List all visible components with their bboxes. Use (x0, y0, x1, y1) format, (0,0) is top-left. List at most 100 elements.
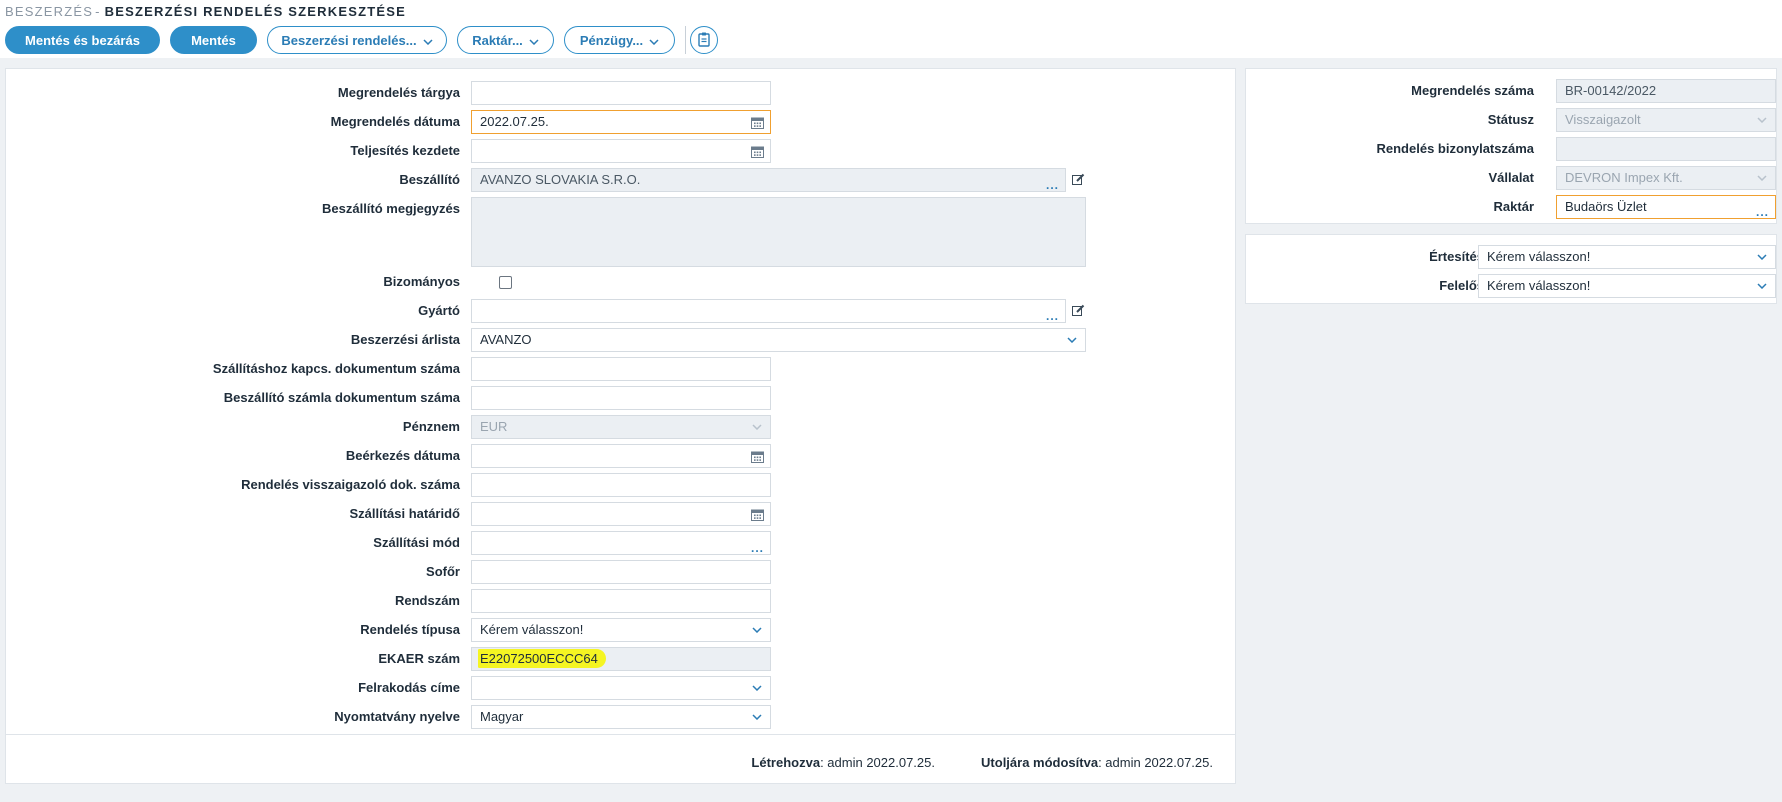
order-info-panel: Megrendelés száma BR-00142/2022 Státusz … (1245, 68, 1777, 224)
chevron-down-icon (529, 33, 539, 48)
save-label: Mentés (191, 32, 236, 48)
shipping-doc-no-field[interactable] (471, 357, 771, 381)
warehouse-label: Raktár (1493, 199, 1534, 214)
supplier-field[interactable]: AVANZO SLOVAKIA S.R.O. ... (471, 168, 1066, 192)
save-and-close-button[interactable]: Mentés és bezárás (5, 26, 160, 54)
chevron-down-icon (752, 619, 762, 641)
price-list-value: AVANZO (480, 332, 532, 347)
currency-label: Pénznem (402, 419, 460, 434)
finance-menu-label: Pénzügy... (579, 32, 644, 48)
confirm-doc-no-label: Rendelés visszaigazoló dok. száma (241, 477, 460, 492)
company-label: Vállalat (1488, 170, 1534, 185)
status-select[interactable]: Visszaigazolt (1556, 108, 1776, 132)
supplier-note-field[interactable] (471, 197, 1086, 267)
modified-info: Utoljára módosítva: admin 2022.07.25. (981, 755, 1213, 770)
status-label: Státusz (1487, 112, 1534, 127)
plate-number-field[interactable] (471, 589, 771, 613)
breadcrumb-root[interactable]: BESZERZÉS (5, 4, 93, 19)
notification-select[interactable]: Kérem válasszon! (1478, 245, 1776, 269)
supplier-invoice-no-field[interactable] (471, 386, 771, 410)
driver-field[interactable] (471, 560, 771, 584)
purchase-order-menu-button[interactable]: Beszerzési rendelés... (267, 26, 447, 54)
ekaer-value: E22072500ECCC64 (478, 649, 606, 668)
top-bar: BESZERZÉS - BESZERZÉSI RENDELÉS SZERKESZTÉ… (0, 0, 1782, 58)
print-language-value: Magyar (480, 709, 524, 724)
fulfillment-start-field[interactable] (471, 139, 771, 163)
shipping-doc-no-label: Szállításhoz kapcs. dokumentum száma (212, 361, 460, 376)
warehouse-menu-button[interactable]: Raktár... (457, 26, 554, 54)
order-date-field[interactable]: 2022.07.25. (471, 110, 771, 134)
toolbar-divider (685, 26, 686, 54)
more-dots-icon[interactable]: ... (751, 537, 764, 554)
loading-address-label: Felrakodás címe (358, 680, 460, 695)
modified-label: Utoljára módosítva (981, 755, 1099, 770)
breadcrumb-separator: - (95, 4, 101, 19)
toolbar: Mentés és bezárás Mentés Beszerzési rend… (5, 26, 718, 54)
breadcrumb: BESZERZÉS - BESZERZÉSI RENDELÉS SZERKESZTÉ… (5, 4, 406, 19)
order-date-label: Megrendelés dátuma (330, 114, 460, 129)
arrival-date-field[interactable] (471, 444, 771, 468)
warehouse-value: Budaörs Üzlet (1565, 199, 1647, 214)
subject-label: Megrendelés tárgya (337, 85, 460, 100)
shipping-method-field[interactable]: ... (471, 531, 771, 555)
clipboard-button[interactable] (690, 26, 718, 54)
assignment-panel: Értesítés Kérem válasszon! Felelős Kérem… (1245, 234, 1777, 304)
calendar-icon[interactable] (751, 111, 764, 133)
order-type-select[interactable]: Kérem válasszon! (471, 618, 771, 642)
order-date-value: 2022.07.25. (480, 114, 549, 129)
consignment-checkbox[interactable] (499, 276, 512, 289)
created-value: admin 2022.07.25. (827, 755, 935, 770)
ekaer-field[interactable]: E22072500ECCC64 (471, 647, 771, 671)
price-list-select[interactable]: AVANZO (471, 328, 1086, 352)
loading-address-select[interactable] (471, 676, 771, 700)
finance-menu-button[interactable]: Pénzügy... (564, 26, 675, 54)
calendar-icon[interactable] (751, 140, 764, 162)
order-type-label: Rendelés típusa (360, 622, 460, 637)
calendar-icon[interactable] (751, 445, 764, 467)
responsible-value: Kérem válasszon! (1487, 278, 1591, 293)
page-title: BESZERZÉSI RENDELÉS SZERKESZTÉSE (104, 4, 406, 19)
chevron-down-icon (752, 706, 762, 728)
chevron-down-icon (752, 677, 762, 699)
order-type-value: Kérem válasszon! (480, 622, 584, 637)
clipboard-icon (696, 31, 712, 50)
edit-icon[interactable] (1072, 173, 1086, 187)
company-select[interactable]: DEVRON Impex Kft. (1556, 166, 1776, 190)
supplier-label: Beszállító (399, 172, 460, 187)
more-dots-icon[interactable]: ... (1756, 201, 1769, 218)
currency-select[interactable]: EUR (471, 415, 771, 439)
chevron-down-icon (1757, 167, 1767, 189)
purchase-order-menu-label: Beszerzési rendelés... (281, 32, 417, 48)
plate-number-label: Rendszám (394, 593, 460, 608)
confirm-doc-no-field[interactable] (471, 473, 771, 497)
edit-icon[interactable] (1072, 304, 1086, 318)
chevron-down-icon (1757, 275, 1767, 297)
notification-label: Értesítés (1429, 249, 1484, 264)
chevron-down-icon (1757, 246, 1767, 268)
modified-value: admin 2022.07.25. (1105, 755, 1213, 770)
order-number-label: Megrendelés száma (1411, 83, 1534, 98)
ekaer-label: EKAER szám (378, 651, 460, 666)
warehouse-field[interactable]: Budaörs Üzlet ... (1556, 195, 1776, 219)
status-value: Visszaigazolt (1565, 112, 1641, 127)
chevron-down-icon (1757, 109, 1767, 131)
created-label: Létrehozva (751, 755, 821, 770)
order-doc-no-label: Rendelés bizonylatszáma (1376, 141, 1535, 156)
calendar-icon[interactable] (751, 503, 764, 525)
order-number-field[interactable]: BR-00142/2022 (1556, 79, 1776, 103)
save-button[interactable]: Mentés (170, 26, 257, 54)
subject-field[interactable] (471, 81, 771, 105)
main-form-panel: Megrendelés tárgya Megrendelés dátuma 20… (5, 68, 1236, 784)
delivery-deadline-field[interactable] (471, 502, 771, 526)
supplier-note-label: Beszállító megjegyzés (322, 201, 460, 216)
company-value: DEVRON Impex Kft. (1565, 170, 1683, 185)
more-dots-icon[interactable]: ... (1046, 305, 1059, 322)
print-language-select[interactable]: Magyar (471, 705, 771, 729)
order-doc-no-field[interactable] (1556, 137, 1776, 161)
manufacturer-field[interactable]: ... (471, 299, 1066, 323)
currency-value: EUR (480, 419, 508, 434)
fulfillment-start-label: Teljesítés kezdete (350, 143, 460, 158)
supplier-invoice-no-label: Beszállító számla dokumentum száma (223, 390, 460, 405)
responsible-select[interactable]: Kérem válasszon! (1478, 274, 1776, 298)
more-dots-icon[interactable]: ... (1046, 174, 1059, 191)
